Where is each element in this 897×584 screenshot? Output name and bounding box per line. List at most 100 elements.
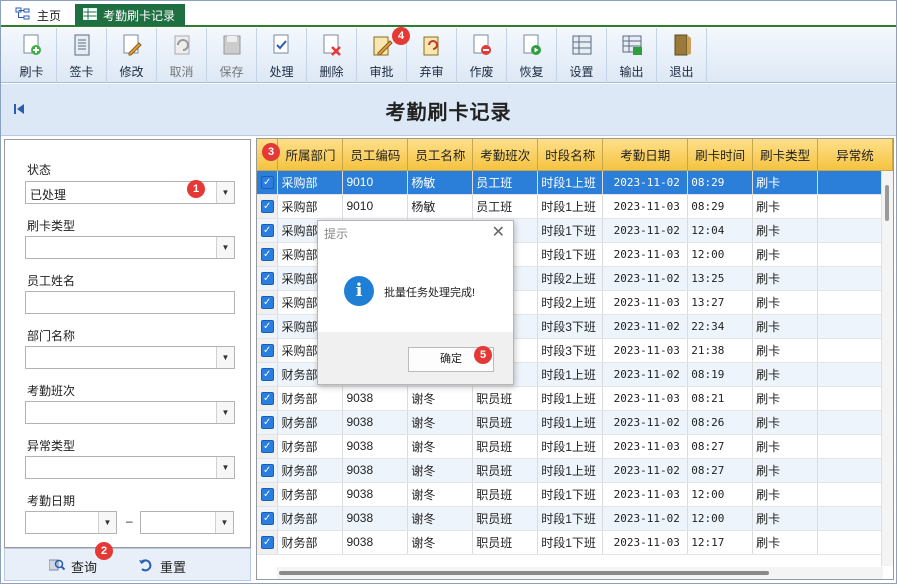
checkbox-checked-icon[interactable]: ✓ xyxy=(260,536,274,550)
row-checkbox[interactable]: ✓ xyxy=(257,362,279,387)
row-checkbox[interactable]: ✓ xyxy=(257,434,279,459)
table-cell: 职员班 xyxy=(472,482,539,507)
row-checkbox[interactable]: ✓ xyxy=(257,218,279,243)
vertical-scrollbar[interactable] xyxy=(881,171,893,566)
table-cell: 2023-11-03 xyxy=(602,194,689,219)
row-checkbox[interactable]: ✓ xyxy=(257,458,279,483)
table-cell: 08:19 xyxy=(687,362,754,387)
chevron-down-icon[interactable]: ▼ xyxy=(216,237,234,258)
checkbox-checked-icon[interactable]: ✓ xyxy=(260,488,274,502)
table-cell: 08:29 xyxy=(687,194,754,219)
row-checkbox[interactable]: ✓ xyxy=(257,242,279,267)
column-header[interactable]: 刷卡时间 xyxy=(687,139,754,171)
table-cell: 员工班 xyxy=(472,194,539,219)
toolbar-button-10[interactable]: 恢复 xyxy=(507,28,557,83)
void-icon xyxy=(470,33,494,63)
date-to-picker[interactable]: ▼ xyxy=(140,511,234,534)
toolbar-button-4[interactable]: 保存 xyxy=(207,28,257,83)
dept-select[interactable]: ▼ xyxy=(25,346,235,369)
toolbar-button-6[interactable]: 删除 xyxy=(307,28,357,83)
column-header[interactable]: 刷卡类型 xyxy=(752,139,819,171)
table-row[interactable]: ✓ 采购部 9010 杨敏 员工班 时段1上班 2023-11-03 08:29 刷卡 xyxy=(257,194,893,219)
horizontal-scrollbar[interactable] xyxy=(277,567,883,579)
toolbar-button-label: 修改 xyxy=(119,65,144,79)
tab-home[interactable]: 主页 xyxy=(7,4,69,26)
column-header[interactable]: 考勤班次 xyxy=(472,139,539,171)
reset-button[interactable]: 重置 xyxy=(138,557,186,576)
checkbox-checked-icon[interactable]: ✓ xyxy=(260,512,274,526)
toolbar-button-9[interactable]: 作废 xyxy=(457,28,507,83)
table-row[interactable]: ✓ 财务部 9038 谢冬 职员班 时段1上班 2023-11-02 08:26 刷卡 xyxy=(257,410,893,435)
row-checkbox[interactable]: ✓ xyxy=(257,482,279,507)
toolbar-button-label: 作废 xyxy=(469,65,494,79)
tab-attendance-records[interactable]: 考勤刷卡记录 xyxy=(75,4,186,26)
chevron-down-icon[interactable]: ▼ xyxy=(215,512,233,533)
table-cell: 杨敏 xyxy=(407,194,474,219)
table-row[interactable]: ✓ 财务部 9038 谢冬 职员班 时段1下班 2023-11-03 12:17 刷卡 xyxy=(257,530,893,555)
toolbar-button-label: 删除 xyxy=(319,65,344,79)
toolbar-button-1[interactable]: 签卡 xyxy=(57,28,107,83)
row-checkbox[interactable]: ✓ xyxy=(257,266,279,291)
chevron-down-icon[interactable]: ▼ xyxy=(98,512,116,533)
toolbar-button-12[interactable]: 输出 xyxy=(607,28,657,83)
column-header[interactable]: 员工名称 xyxy=(407,139,474,171)
table-cell: 财务部 xyxy=(277,386,344,411)
checkbox-checked-icon[interactable]: ✓ xyxy=(260,248,274,262)
checkbox-checked-icon[interactable]: ✓ xyxy=(260,200,274,214)
toolbar-button-11[interactable]: 设置 xyxy=(557,28,607,83)
toolbar-button-13[interactable]: 退出 xyxy=(657,28,707,83)
checkbox-checked-icon[interactable]: ✓ xyxy=(260,296,274,310)
toolbar-button-label: 设置 xyxy=(569,65,594,79)
row-checkbox[interactable]: ✓ xyxy=(257,290,279,315)
chevron-down-icon[interactable]: ▼ xyxy=(216,347,234,368)
column-header[interactable]: 所属部门 xyxy=(277,139,344,171)
toolbar-button-3[interactable]: 取消 xyxy=(157,28,207,83)
abnormal-type-select[interactable]: ▼ xyxy=(25,456,235,479)
row-checkbox[interactable]: ✓ xyxy=(257,530,279,555)
checkbox-checked-icon[interactable]: ✓ xyxy=(260,224,274,238)
chevron-down-icon[interactable]: ▼ xyxy=(216,402,234,423)
checkbox-checked-icon[interactable]: ✓ xyxy=(260,440,274,454)
row-checkbox[interactable]: ✓ xyxy=(257,194,279,219)
row-checkbox[interactable]: ✓ xyxy=(257,386,279,411)
checkbox-checked-icon[interactable]: ✓ xyxy=(260,392,274,406)
table-row[interactable]: ✓ 财务部 9038 谢冬 职员班 时段1上班 2023-11-02 08:27 刷卡 xyxy=(257,458,893,483)
checkbox-checked-icon[interactable]: ✓ xyxy=(260,416,274,430)
column-header[interactable]: 员工编码 xyxy=(342,139,409,171)
checkbox-checked-icon[interactable]: ✓ xyxy=(260,464,274,478)
chevron-down-icon[interactable]: ▼ xyxy=(216,182,234,203)
chevron-down-icon[interactable]: ▼ xyxy=(216,457,234,478)
toolbar-button-0[interactable]: 刷卡 xyxy=(7,28,57,83)
query-button[interactable]: 查询 xyxy=(48,557,97,576)
employee-name-input[interactable] xyxy=(25,291,235,314)
row-checkbox[interactable]: ✓ xyxy=(257,170,279,195)
info-icon: i xyxy=(344,276,374,306)
checkbox-checked-icon[interactable]: ✓ xyxy=(260,344,274,358)
row-checkbox[interactable]: ✓ xyxy=(257,338,279,363)
horizontal-scroll-thumb[interactable] xyxy=(279,571,769,575)
toolbar-button-label: 取消 xyxy=(169,65,194,79)
checkbox-checked-icon[interactable]: ✓ xyxy=(260,320,274,334)
table-row[interactable]: ✓ 财务部 9038 谢冬 职员班 时段1下班 2023-11-03 12:00 刷卡 xyxy=(257,482,893,507)
card-type-select[interactable]: ▼ xyxy=(25,236,235,259)
toolbar-button-5[interactable]: 处理 xyxy=(257,28,307,83)
close-icon[interactable]: ✕ xyxy=(492,222,505,242)
table-row[interactable]: ✓ 采购部 9010 杨敏 员工班 时段1上班 2023-11-02 08:29 刷卡 xyxy=(257,170,893,195)
checkbox-checked-icon[interactable]: ✓ xyxy=(260,368,274,382)
toolbar-button-2[interactable]: 修改 xyxy=(107,28,157,83)
date-from-picker[interactable]: ▼ xyxy=(25,511,117,534)
table-row[interactable]: ✓ 财务部 9038 谢冬 职员班 时段1下班 2023-11-02 12:00 刷卡 xyxy=(257,506,893,531)
row-checkbox[interactable]: ✓ xyxy=(257,314,279,339)
vertical-scroll-thumb[interactable] xyxy=(885,185,889,221)
row-checkbox[interactable]: ✓ xyxy=(257,506,279,531)
column-header[interactable]: 时段名称 xyxy=(537,139,604,171)
toolbar-button-8[interactable]: 弃审 xyxy=(407,28,457,83)
checkbox-checked-icon[interactable]: ✓ xyxy=(260,272,274,286)
checkbox-checked-icon[interactable]: ✓ xyxy=(260,176,274,190)
column-header[interactable]: 考勤日期 xyxy=(602,139,689,171)
column-header[interactable]: 异常统 xyxy=(817,139,893,171)
table-row[interactable]: ✓ 财务部 9038 谢冬 职员班 时段1上班 2023-11-03 08:27 刷卡 xyxy=(257,434,893,459)
table-row[interactable]: ✓ 财务部 9038 谢冬 职员班 时段1上班 2023-11-03 08:21 刷卡 xyxy=(257,386,893,411)
shift-select[interactable]: ▼ xyxy=(25,401,235,424)
row-checkbox[interactable]: ✓ xyxy=(257,410,279,435)
